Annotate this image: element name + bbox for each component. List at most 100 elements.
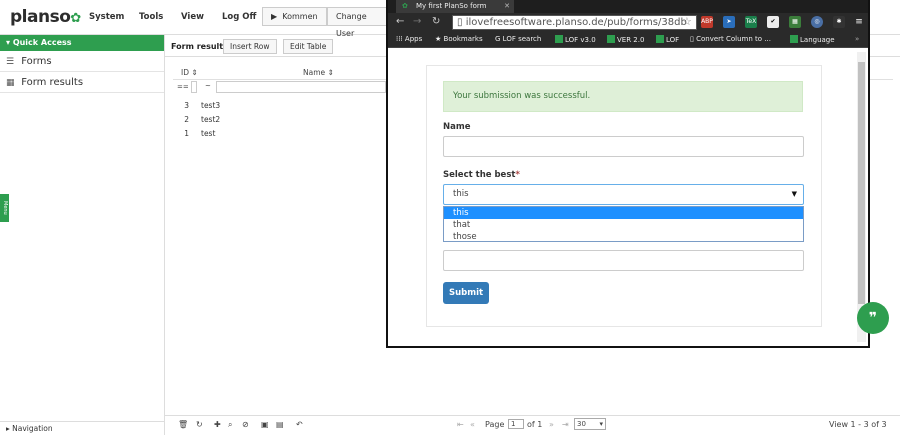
page-icon: ▯ <box>457 17 463 28</box>
bookmark-apps[interactable]: ⁞⁞⁞ Apps <box>396 35 422 43</box>
menu-side-tab[interactable]: Menu <box>0 194 9 222</box>
sheets-icon <box>555 35 563 43</box>
form-page: Your submission was successful. Name Sel… <box>388 50 868 346</box>
view-info: View 1 - 3 of 3 <box>829 420 887 429</box>
rows-per-page-select[interactable]: 30 ▾ <box>574 418 606 430</box>
bookmark-star-icon[interactable]: ☆ <box>682 15 692 28</box>
google-icon: G <box>495 35 501 43</box>
edit-table-button[interactable]: Edit Table <box>283 39 334 54</box>
bookmark-convert-column[interactable]: ▯ Convert Column to ... <box>690 35 771 43</box>
kommen-button[interactable]: ▶ Kommen <box>262 7 327 26</box>
chat-quote-button[interactable]: ❞ <box>857 302 889 334</box>
submit-button[interactable]: Submit <box>443 282 489 304</box>
pager-bar: 🗑 ↻ ✚ ⌕ ⊘ ▣ ▤ ↶ ⇤ « Page 1 of 1 » ⇥ 30 ▾ … <box>165 415 900 433</box>
sheets-icon[interactable]: ▦ <box>789 16 801 28</box>
bookmarks-bar: ⁞⁞⁞ Apps ★ Bookmarks G LOF search LOF v3… <box>388 32 868 48</box>
play-icon: ▶ <box>271 12 278 21</box>
quote-icon: ❞ <box>868 310 878 326</box>
undo-icon[interactable]: ↶ <box>296 420 303 429</box>
bookmark-lof-v3[interactable]: LOF v3.0 <box>555 35 596 44</box>
columns-icon[interactable]: ▤ <box>276 420 284 429</box>
option-those[interactable]: those <box>444 231 803 243</box>
page-input[interactable]: 1 <box>508 419 524 429</box>
results-title: Form results <box>171 42 228 51</box>
menu-view[interactable]: View <box>181 12 204 22</box>
filter-input-id[interactable] <box>191 81 197 93</box>
bookmark-lof[interactable]: LOF <box>656 35 679 44</box>
menu-log-off[interactable]: Log Off <box>222 12 256 22</box>
gear-logo-icon: ✿ <box>70 11 81 26</box>
menu-icon[interactable]: ≡ <box>853 16 865 28</box>
filter-operator-id[interactable]: == <box>177 83 189 91</box>
dropdown-arrow-icon: ▾ <box>599 420 603 428</box>
sync-icon[interactable]: ◎ <box>811 16 823 28</box>
caret-right-icon: ▸ <box>6 424 10 433</box>
tex-icon[interactable]: TeX <box>745 16 757 28</box>
navigation-toggle[interactable]: ▸ Navigation <box>0 421 165 435</box>
bookmark-language[interactable]: Language <box>790 35 835 44</box>
column-name[interactable]: Name ⇕ <box>303 68 334 77</box>
add-icon[interactable]: ✚ <box>214 420 221 429</box>
change-user-button[interactable]: Change User <box>327 7 387 38</box>
reload-icon[interactable]: ↻ <box>432 16 440 27</box>
sort-icon: ⇕ <box>327 68 334 77</box>
column-id[interactable]: ID ⇕ <box>181 68 198 77</box>
select-label: Select the best* <box>443 170 520 180</box>
apps-icon: ⁞⁞⁞ <box>396 35 403 43</box>
last-page-icon[interactable]: ⇥ <box>562 420 569 429</box>
close-tab-icon[interactable]: ✕ <box>504 0 510 12</box>
excel-icon[interactable]: ▣ <box>261 420 269 429</box>
extension-icon[interactable]: ➤ <box>723 16 735 28</box>
prev-page-icon[interactable]: « <box>470 420 475 429</box>
select-best-dropdown[interactable]: this ▼ <box>443 184 804 205</box>
sidebar-item-form-results[interactable]: ▦ Form results <box>0 72 164 93</box>
planso-favicon-icon: ✿ <box>402 2 408 10</box>
option-that[interactable]: that <box>444 219 803 231</box>
insert-row-button[interactable]: Insert Row <box>223 39 277 54</box>
sidebar-item-forms[interactable]: ☰ Forms <box>0 51 164 72</box>
filter-input-name[interactable] <box>216 81 386 93</box>
sort-icon: ⇕ <box>191 68 198 77</box>
refresh-icon[interactable]: ↻ <box>196 420 203 429</box>
option-this[interactable]: this <box>444 207 803 219</box>
text-input[interactable] <box>443 250 804 271</box>
search-icon[interactable]: ⌕ <box>228 420 232 430</box>
browser-popup-window: ✿ My first PlanSo form ✕ ← → ↻ ▯ ilovefr… <box>386 0 870 348</box>
bookmark-lof-search[interactable]: G LOF search <box>495 35 541 43</box>
star-icon: ★ <box>435 35 442 43</box>
sheets-icon <box>607 35 615 43</box>
trash-icon[interactable]: 🗑 <box>178 420 188 429</box>
address-row: ← → ↻ ▯ ilovefreesoftware.planso.de/pub/… <box>388 13 868 32</box>
adblock-icon[interactable]: ABP <box>701 16 713 28</box>
success-alert: Your submission was successful. <box>443 81 803 112</box>
table-icon: ▦ <box>6 78 15 88</box>
dropdown-options-list: this that those <box>443 206 804 242</box>
planso-logo[interactable]: planso✿ <box>10 7 81 27</box>
dropdown-arrow-icon: ▼ <box>791 190 797 198</box>
sidebar: ▾ Quick Access ☰ Forms ▦ Form results ▸ … <box>0 35 165 435</box>
first-page-icon[interactable]: ⇤ <box>457 420 464 429</box>
forward-icon[interactable]: → <box>413 16 421 27</box>
filter-operator-name[interactable]: ~ <box>205 82 211 90</box>
menu-tools[interactable]: Tools <box>139 12 163 22</box>
sheets-icon <box>790 35 798 43</box>
browser-tab[interactable]: ✿ My first PlanSo form ✕ <box>396 0 514 13</box>
tab-strip: ✿ My first PlanSo form ✕ <box>388 0 868 13</box>
bookmark-ver-2[interactable]: VER 2.0 <box>607 35 644 44</box>
name-label: Name <box>443 122 471 132</box>
back-icon[interactable]: ← <box>396 16 404 27</box>
menu-system[interactable]: System <box>89 12 124 22</box>
quick-access-header[interactable]: ▾ Quick Access <box>0 35 164 51</box>
more-bookmarks-icon[interactable]: » <box>855 35 859 43</box>
page-scrollbar[interactable] <box>857 52 866 342</box>
page-label: Page <box>485 420 505 429</box>
url-bar[interactable]: ▯ ilovefreesoftware.planso.de/pub/forms/… <box>452 15 697 30</box>
scroll-thumb[interactable] <box>858 62 865 304</box>
sheets-icon <box>656 35 664 43</box>
settings-icon[interactable]: ✱ <box>833 16 845 28</box>
check-icon[interactable]: ✔ <box>767 16 779 28</box>
next-page-icon[interactable]: » <box>549 420 554 429</box>
cancel-icon[interactable]: ⊘ <box>242 420 249 429</box>
name-input[interactable] <box>443 136 804 157</box>
bookmark-bookmarks[interactable]: ★ Bookmarks <box>435 35 483 43</box>
